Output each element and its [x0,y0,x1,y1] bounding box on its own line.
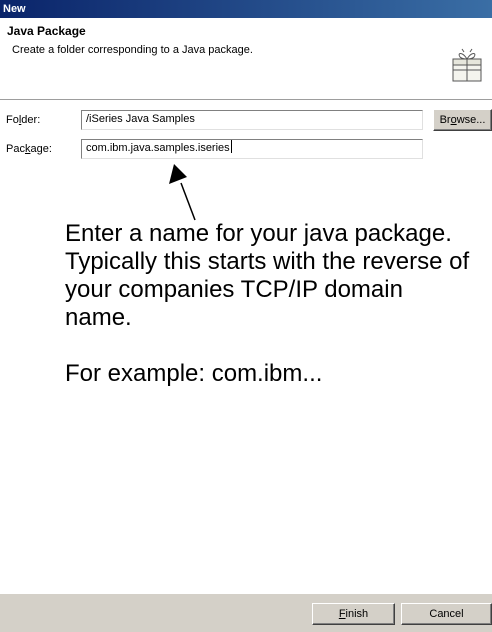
package-icon [452,48,482,82]
banner-title: Java Package [7,24,86,38]
package-field[interactable]: com.ibm.java.samples.iseries [81,139,423,159]
wizard-banner: Java Package Create a folder correspondi… [0,18,492,100]
folder-field[interactable]: /iSeries Java Samples [81,110,423,130]
folder-label: Folder: [6,114,41,126]
finish-button[interactable]: Finish [312,603,395,625]
package-label: Package: [6,143,52,155]
text-caret [230,140,232,153]
new-wizard-window: New Java Package Create a folder corresp… [0,0,492,632]
browse-button[interactable]: Browse... [433,109,492,131]
button-bar: Finish Cancel [0,593,492,632]
window-title: New [3,3,26,15]
window-title-bar[interactable]: New [0,0,492,18]
annotation-paragraph-1: Enter a name for your java package. Typi… [65,220,470,331]
cancel-button[interactable]: Cancel [401,603,492,625]
annotation-paragraph-2: For example: com.ibm... [65,360,323,387]
annotation-text: Enter a name for your java package. Typi… [65,220,475,416]
package-field-value: com.ibm.java.samples.iseries [86,142,230,154]
banner-description: Create a folder corresponding to a Java … [12,44,253,56]
